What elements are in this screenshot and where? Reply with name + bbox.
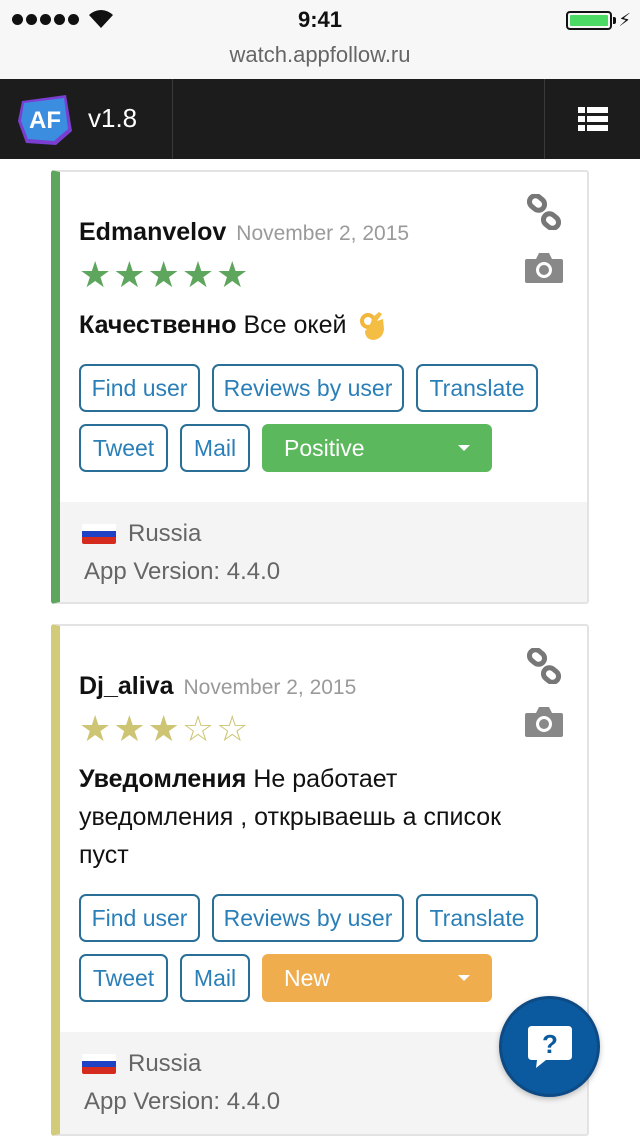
tweet-button[interactable]: Tweet: [79, 424, 168, 472]
review-author: Edmanvelov: [79, 218, 227, 246]
star-rating: ★★★☆☆: [79, 708, 251, 749]
chevron-down-icon: [458, 445, 470, 451]
review-card: Edmanvelov November 2, 2015 ★★★★★ Качест…: [51, 170, 589, 604]
find-user-button[interactable]: Find user: [79, 894, 200, 942]
permalink-icon[interactable]: [526, 648, 562, 684]
menu-button[interactable]: [545, 79, 640, 159]
russia-flag-icon: [82, 1054, 116, 1074]
url-bar[interactable]: watch.appfollow.ru: [0, 40, 640, 79]
mail-button[interactable]: Mail: [180, 954, 250, 1002]
screenshot-camera-icon[interactable]: [524, 250, 564, 284]
review-date: November 2, 2015: [236, 222, 410, 245]
review-country: Russia: [128, 520, 202, 547]
battery-icon: [566, 11, 612, 30]
review-author: Dj_aliva: [79, 672, 174, 700]
ok-hand-icon: [360, 312, 385, 341]
review-date: November 2, 2015: [183, 676, 357, 699]
appfollow-logo[interactable]: AF: [16, 91, 74, 147]
review-body: Все окей: [243, 311, 347, 339]
app-navbar: AF v1.8: [0, 79, 640, 159]
review-footer: Russia App Version: 4.4.0: [60, 502, 587, 602]
translate-button[interactable]: Translate: [416, 894, 538, 942]
battery-tip: [613, 17, 616, 24]
find-user-button[interactable]: Find user: [79, 364, 200, 412]
review-title: Уведомления: [79, 765, 247, 793]
russia-flag-icon: [82, 524, 116, 544]
translate-button[interactable]: Translate: [416, 364, 538, 412]
mail-button[interactable]: Mail: [180, 424, 250, 472]
status-label: Positive: [284, 434, 365, 461]
review-text: Качественно Все окей: [79, 306, 549, 344]
screenshot-camera-icon[interactable]: [524, 704, 564, 738]
permalink-icon[interactable]: [526, 194, 562, 230]
review-header: Dj_aliva November 2, 2015: [79, 672, 356, 701]
status-time: 9:41: [297, 7, 343, 32]
tweet-button[interactable]: Tweet: [79, 954, 168, 1002]
status-dropdown[interactable]: Positive: [262, 424, 492, 472]
review-header: Edmanvelov November 2, 2015: [79, 218, 409, 247]
review-app-version: App Version: 4.4.0: [84, 558, 281, 585]
review-country: Russia: [128, 1050, 202, 1077]
help-chat-button[interactable]: ?: [499, 996, 600, 1097]
review-title: Качественно: [79, 311, 237, 339]
review-app-version: App Version: 4.4.0: [84, 1088, 281, 1115]
navbar-divider: [172, 79, 173, 159]
app-version-label: v1.8: [88, 103, 138, 133]
status-label: New: [284, 964, 331, 991]
help-label: ?: [542, 1029, 558, 1059]
status-dropdown[interactable]: New: [262, 954, 492, 1002]
chevron-down-icon: [458, 975, 470, 981]
reviews-by-user-button[interactable]: Reviews by user: [212, 894, 404, 942]
list-menu-icon: [577, 107, 608, 131]
star-rating: ★★★★★: [79, 254, 251, 295]
review-text: Уведомления Не работает уведомления , от…: [79, 760, 549, 874]
status-bar: 9:41 ⚡: [0, 0, 640, 40]
reviews-by-user-button[interactable]: Reviews by user: [212, 364, 404, 412]
url-text: watch.appfollow.ru: [229, 42, 411, 67]
charging-icon: ⚡: [618, 10, 631, 30]
help-question-icon: ?: [527, 1025, 572, 1068]
logo-text: AF: [29, 107, 61, 134]
